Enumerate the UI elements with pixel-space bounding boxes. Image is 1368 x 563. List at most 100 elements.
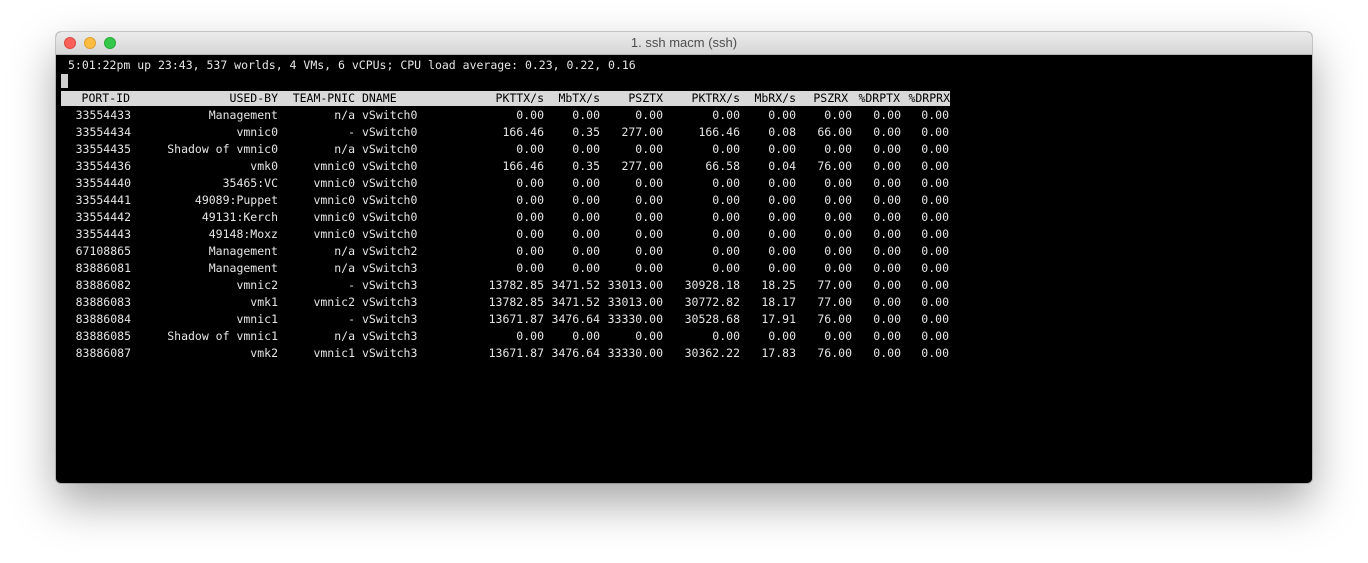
column-header-drprx: %DRPRX [908, 91, 950, 105]
cell-drptx: 0.00 [873, 142, 901, 156]
table-row: 33554433 Management n/a vSwitch0 0.00 0.00 0.0… [56, 107, 956, 124]
cell-pkttx: 13782.85 [488, 278, 544, 292]
cell-pkttx: 0.00 [516, 261, 544, 275]
cell-team-pnic: vmnic1 [313, 346, 355, 360]
cell-dname: vSwitch0 [362, 159, 418, 173]
cell-used-by: Shadow of vmnic1 [167, 329, 278, 343]
cell-drptx: 0.00 [873, 210, 901, 224]
cell-psztx: 33013.00 [607, 295, 663, 309]
cell-team-pnic: vmnic0 [313, 193, 355, 207]
cell-port-id: 33554436 [75, 159, 131, 173]
cell-drprx: 0.00 [921, 125, 949, 139]
cell-pszrx: 0.00 [824, 261, 852, 275]
cell-psztx: 0.00 [635, 210, 663, 224]
cell-pszrx: 0.00 [824, 176, 852, 190]
cell-pszrx: 0.00 [824, 329, 852, 343]
cell-mbrx: 0.00 [768, 176, 796, 190]
cell-pkttx: 166.46 [502, 125, 544, 139]
cell-drprx: 0.00 [921, 295, 949, 309]
cell-psztx: 0.00 [635, 261, 663, 275]
cell-pszrx: 0.00 [824, 227, 852, 241]
table-row: 33554443 49148:Moxz vmnic0 vSwitch0 0.00 0.00… [56, 226, 956, 243]
cell-mbtx: 0.00 [572, 176, 600, 190]
cell-drptx: 0.00 [873, 346, 901, 360]
cell-dname: vSwitch3 [362, 312, 418, 326]
cell-used-by: Management [208, 244, 278, 258]
title-bar[interactable]: 1. ssh macm (ssh) [56, 32, 1312, 55]
cell-mbrx: 18.25 [761, 278, 796, 292]
cell-pszrx: 76.00 [817, 312, 852, 326]
cell-used-by: vmnic1 [236, 312, 278, 326]
cell-dname: vSwitch3 [362, 278, 418, 292]
cell-used-by: vmk0 [250, 159, 278, 173]
cell-pktrx: 66.58 [705, 159, 740, 173]
cell-used-by: Shadow of vmnic0 [167, 142, 278, 156]
cell-used-by: vmnic0 [236, 125, 278, 139]
cell-pktrx: 0.00 [712, 210, 740, 224]
cell-mbtx: 0.35 [572, 159, 600, 173]
column-header-team-pnic: TEAM-PNIC [292, 91, 355, 105]
cell-drprx: 0.00 [921, 108, 949, 122]
cell-team-pnic: vmnic0 [313, 227, 355, 241]
cell-drptx: 0.00 [873, 295, 901, 309]
cell-mbrx: 0.00 [768, 244, 796, 258]
cell-drptx: 0.00 [873, 193, 901, 207]
cell-pkttx: 0.00 [516, 227, 544, 241]
cell-mbrx: 0.08 [768, 125, 796, 139]
cell-pktrx: 30928.18 [684, 278, 740, 292]
cell-drprx: 0.00 [921, 142, 949, 156]
cell-mbtx: 0.00 [572, 193, 600, 207]
cell-pktrx: 0.00 [712, 261, 740, 275]
cell-drprx: 0.00 [921, 346, 949, 360]
cell-pktrx: 166.46 [698, 125, 740, 139]
cell-pszrx: 0.00 [824, 244, 852, 258]
cell-mbtx: 0.00 [572, 227, 600, 241]
cell-pszrx: 77.00 [817, 278, 852, 292]
cell-psztx: 0.00 [635, 227, 663, 241]
cell-mbtx: 3471.52 [551, 278, 600, 292]
window-title: 1. ssh macm (ssh) [630, 35, 738, 50]
cell-used-by: 49131:Kerch [201, 210, 278, 224]
cell-dname: vSwitch0 [362, 210, 418, 224]
cell-drptx: 0.00 [873, 176, 901, 190]
table-row: 67108865 Management n/a vSwitch2 0.00 0.00 0.0… [56, 243, 956, 260]
column-header-pktrx: PKTRX/s [691, 91, 740, 105]
table-row: 33554436 vmk0 vmnic0 vSwitch0 166.46 0.35 277.… [56, 158, 956, 175]
cell-pszrx: 77.00 [817, 295, 852, 309]
cell-port-id: 83886084 [75, 312, 131, 326]
cell-team-pnic: - [348, 125, 355, 139]
column-header-drptx: %DRPTX [858, 91, 900, 105]
cell-team-pnic: n/a [334, 244, 355, 258]
cell-psztx: 33330.00 [607, 346, 663, 360]
table-row: 83886085 Shadow of vmnic1 n/a vSwitch3 0.00 0… [56, 328, 956, 345]
cell-psztx: 33330.00 [607, 312, 663, 326]
cell-used-by: vmk2 [250, 346, 278, 360]
cell-port-id: 33554433 [75, 108, 131, 122]
cell-dname: vSwitch0 [362, 108, 418, 122]
cell-psztx: 0.00 [635, 142, 663, 156]
column-header-mbrx: MbRX/s [754, 91, 796, 105]
cell-team-pnic: - [348, 312, 355, 326]
status-line: 5:01:22pm up 23:43, 537 worlds, 4 VMs, 6… [68, 58, 636, 72]
cell-dname: vSwitch0 [362, 227, 418, 241]
cell-team-pnic: vmnic0 [313, 159, 355, 173]
cell-team-pnic: vmnic0 [313, 176, 355, 190]
cell-drprx: 0.00 [921, 159, 949, 173]
cell-drprx: 0.00 [921, 278, 949, 292]
cell-port-id: 83886083 [75, 295, 131, 309]
cell-port-id: 33554440 [75, 176, 131, 190]
cell-mbrx: 0.00 [768, 108, 796, 122]
cell-used-by: Management [208, 261, 278, 275]
cell-port-id: 83886082 [75, 278, 131, 292]
cell-pktrx: 30772.82 [684, 295, 740, 309]
terminal-content[interactable]: 5:01:22pm up 23:43, 537 worlds, 4 VMs, 6… [56, 55, 1312, 483]
cell-team-pnic: - [348, 278, 355, 292]
table-row: 83886082 vmnic2 - vSwitch3 13782.85 3471.52 33… [56, 277, 956, 294]
table-row: 33554435 Shadow of vmnic0 n/a vSwitch0 0.00 0… [56, 141, 956, 158]
cell-used-by: 35465:VC [222, 176, 278, 190]
cell-pktrx: 0.00 [712, 227, 740, 241]
cell-used-by: 49148:Moxz [208, 227, 278, 241]
cell-port-id: 33554441 [75, 193, 131, 207]
cell-pszrx: 76.00 [817, 159, 852, 173]
table-row: 83886084 vmnic1 - vSwitch3 13671.87 3476.64 33… [56, 311, 956, 328]
